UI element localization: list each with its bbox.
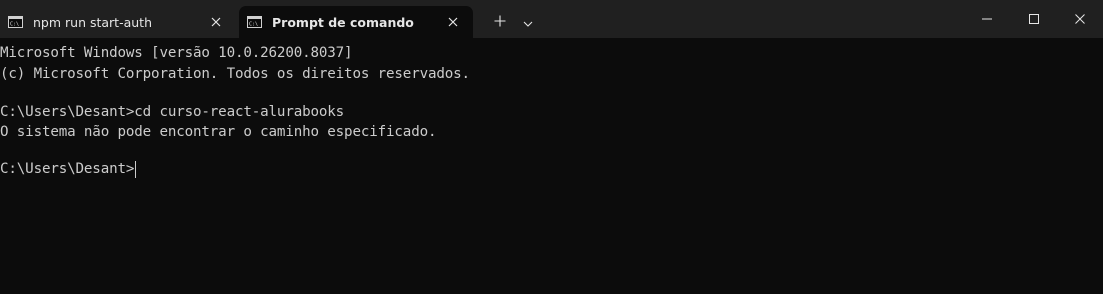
console-line: O sistema não pode encontrar o caminho e… <box>0 124 437 140</box>
text-cursor <box>135 160 137 178</box>
minimize-icon <box>982 9 992 28</box>
chevron-down-icon <box>523 12 533 31</box>
maximize-button[interactable] <box>1011 0 1057 36</box>
tab-label: npm run start-auth <box>33 14 152 30</box>
terminal-icon: C:\ <box>247 16 262 28</box>
title-bar: C:\ npm run start-auth C:\ Prompt de com… <box>0 0 1103 38</box>
close-window-button[interactable] <box>1057 0 1103 36</box>
minimize-button[interactable] <box>964 0 1010 36</box>
console-line: Microsoft Windows [versão 10.0.26200.803… <box>0 45 353 61</box>
terminal-icon: C:\ <box>8 16 23 28</box>
close-tab-icon[interactable] <box>204 10 228 34</box>
terminal-window: C:\ npm run start-auth C:\ Prompt de com… <box>0 0 1103 294</box>
tab-prompt-de-comando[interactable]: C:\ Prompt de comando <box>239 6 473 38</box>
tab-npm-run-start-auth[interactable]: C:\ npm run start-auth <box>0 6 236 38</box>
svg-text:C:\: C:\ <box>10 22 19 28</box>
close-icon <box>1075 9 1085 28</box>
tab-label: Prompt de comando <box>272 14 414 30</box>
close-tab-icon[interactable] <box>441 10 465 34</box>
tab-dropdown-button[interactable] <box>517 8 539 34</box>
new-tab-button[interactable] <box>488 8 512 34</box>
svg-text:C:\: C:\ <box>249 22 258 28</box>
console-output[interactable]: Microsoft Windows [versão 10.0.26200.803… <box>0 38 1103 294</box>
maximize-icon <box>1029 9 1039 28</box>
prompt-text: C:\Users\Desant> <box>0 161 135 177</box>
console-line: (c) Microsoft Corporation. Todos os dire… <box>0 66 470 82</box>
console-line: C:\Users\Desant>cd curso-react-alurabook… <box>0 104 345 120</box>
prompt-line[interactable]: C:\Users\Desant> <box>0 160 137 179</box>
plus-icon <box>494 12 506 31</box>
